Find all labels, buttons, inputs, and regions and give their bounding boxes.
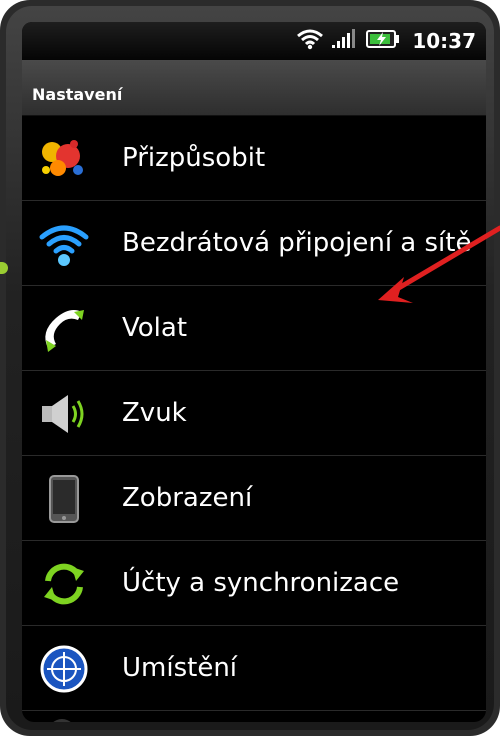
settings-item-call[interactable]: Volat xyxy=(22,286,486,371)
speaker-icon xyxy=(38,389,90,439)
wifi-icon xyxy=(296,28,324,54)
settings-item-display[interactable]: Zobrazení xyxy=(22,456,486,541)
settings-item-label: Přizpůsobit xyxy=(122,143,266,173)
settings-item-accounts-sync[interactable]: Účty a synchronizace xyxy=(22,541,486,626)
phone-screen: 10:37 Nastavení Přizpůsobit Bezdrátová p… xyxy=(22,22,486,722)
settings-item-personalize[interactable]: Přizpůsobit xyxy=(22,116,486,201)
settings-item-label: Zobrazení xyxy=(122,483,253,513)
status-bar: 10:37 xyxy=(22,22,486,60)
location-icon xyxy=(38,644,90,694)
display-icon xyxy=(38,474,90,524)
settings-item-label: Účty a synchronizace xyxy=(122,568,400,598)
wireless-icon xyxy=(38,219,90,269)
settings-item-label: Bezdrátová připojení a sítě xyxy=(122,228,472,258)
personalize-icon xyxy=(38,134,90,184)
settings-item-label: Volat xyxy=(122,313,188,343)
battery-charging-icon xyxy=(366,29,400,53)
sync-icon xyxy=(38,559,90,609)
phone-icon xyxy=(38,304,90,354)
settings-item-label: Zvuk xyxy=(122,398,187,428)
partial-list-item xyxy=(22,711,486,722)
signal-icon xyxy=(332,29,358,53)
status-clock: 10:37 xyxy=(412,29,476,53)
settings-item-wireless[interactable]: Bezdrátová připojení a sítě xyxy=(22,201,486,286)
settings-list: Přizpůsobit Bezdrátová připojení a sítě xyxy=(22,116,486,711)
settings-item-label: Umístění xyxy=(122,653,238,683)
settings-header: Nastavení xyxy=(22,60,486,116)
settings-item-location[interactable]: Umístění xyxy=(22,626,486,711)
page-title: Nastavení xyxy=(32,85,123,104)
settings-item-sound[interactable]: Zvuk xyxy=(22,371,486,456)
